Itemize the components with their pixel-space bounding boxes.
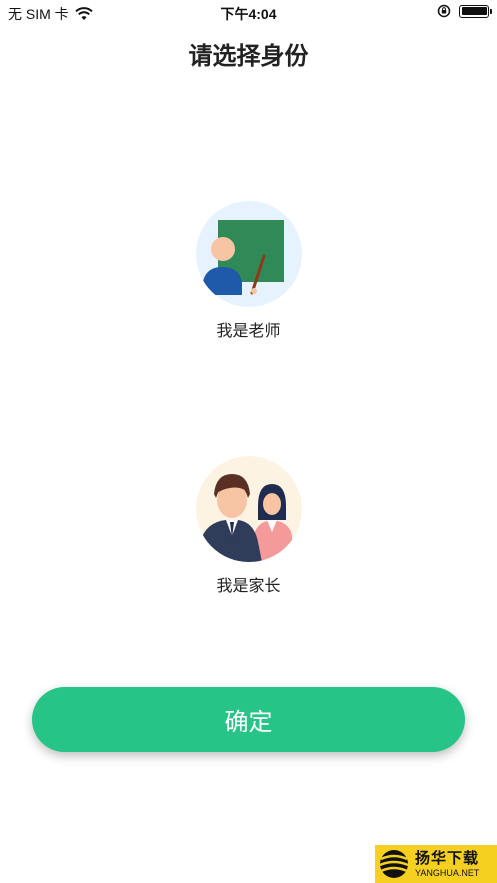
role-label-teacher: 我是老师 [216,321,281,340]
watermark-logo: 扬华下载 YANGHUA.NET [375,845,497,883]
status-bar: 无 SIM 卡 下午4:04 [0,0,497,26]
parents-icon [195,456,302,562]
page-title: 请选择身份 [188,42,309,70]
role-option-parent[interactable]: 我是家长 [0,456,497,596]
confirm-button[interactable]: 确定 [32,687,465,752]
watermark-text-en: YANGHUA.NET [415,867,480,878]
battery-level [461,7,487,15]
status-time: 下午4:04 [220,6,277,22]
role-label-parent: 我是家长 [216,576,281,595]
battery-icon [459,4,492,18]
role-option-teacher[interactable]: 我是老师 [0,201,497,341]
status-right [437,4,492,18]
parent-avatar[interactable] [195,456,302,562]
yanghua-logo-icon [379,850,409,878]
watermark-text: 扬华下载 YANGHUA.NET [415,848,480,878]
teacher-avatar[interactable] [195,201,302,307]
watermark-text-cn: 扬华下载 [415,848,480,867]
teacher-icon [195,201,302,307]
orientation-lock-icon [437,4,451,18]
confirm-button-label: 确定 [224,708,273,736]
